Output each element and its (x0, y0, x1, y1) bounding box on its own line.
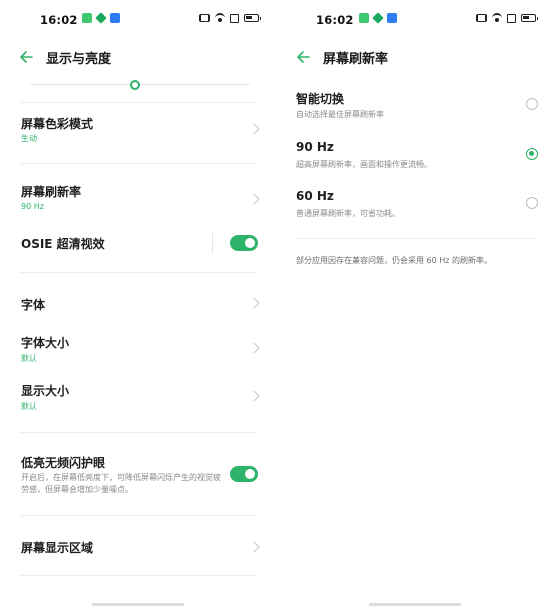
page-title: 屏幕刷新率 (323, 52, 389, 67)
back-arrow-icon[interactable] (293, 46, 315, 68)
row-value: 生动 (21, 134, 37, 143)
option-description: 超高屏幕刷新率，画面和操作更流畅。 (296, 160, 432, 169)
row-font[interactable]: 字体 (0, 288, 277, 316)
app-notification-icon (372, 12, 384, 24)
radio-smart-switch[interactable] (526, 98, 538, 110)
chevron-right-icon (248, 342, 260, 354)
app-notification-icon (110, 13, 120, 23)
sim-icon (507, 13, 516, 23)
option-60hz[interactable]: 60 Hz 普通屏幕刷新率，可省功耗。 (277, 189, 554, 223)
back-arrow-icon[interactable] (16, 46, 38, 68)
row-value: 默认 (21, 354, 37, 363)
wifi-icon (215, 13, 225, 23)
option-title: 智能切换 (296, 92, 345, 106)
battery-icon (244, 14, 261, 22)
compatibility-note: 部分应用因存在兼容问题，仍会采用 60 Hz 的刷新率。 (296, 256, 493, 265)
option-description: 普通屏幕刷新率，可省功耗。 (296, 209, 400, 218)
app-notification-icon (82, 13, 92, 23)
chevron-right-icon (248, 390, 260, 402)
row-title: 低亮无频闪护眼 (21, 456, 106, 470)
status-icons (199, 13, 261, 23)
divider (20, 102, 257, 103)
app-notification-icon (387, 13, 397, 23)
slider-thumb[interactable] (130, 80, 140, 90)
divider (20, 432, 257, 433)
radio-90hz[interactable] (526, 148, 538, 160)
row-title: 屏幕显示区域 (21, 541, 94, 555)
battery-icon (521, 14, 538, 22)
divider (20, 575, 257, 576)
row-title: 字体 (21, 298, 46, 312)
nav-bar: 显示与亮度 (0, 44, 277, 70)
status-icons (476, 13, 538, 23)
chevron-right-icon (248, 541, 260, 553)
page-title: 显示与亮度 (46, 52, 112, 67)
row-display-size[interactable]: 显示大小 默认 (0, 376, 277, 416)
wifi-icon (492, 13, 502, 23)
nav-bar: 屏幕刷新率 (277, 44, 554, 70)
status-time: 16:02 (316, 13, 354, 27)
sim-icon (230, 13, 239, 23)
row-title: 字体大小 (21, 336, 70, 350)
row-value: 90 Hz (21, 202, 44, 211)
separator (212, 233, 213, 253)
row-title: 屏幕刷新率 (21, 185, 82, 199)
slider-track (30, 84, 250, 85)
row-title: 屏幕色彩模式 (21, 117, 94, 131)
divider (20, 272, 257, 273)
divider (296, 238, 535, 239)
status-bar: 16:02 (0, 10, 277, 30)
row-flicker-free: 低亮无频闪护眼 开启后，在屏幕低亮度下，可降低屏幕闪烁产生的视觉疲劳感，但屏幕会… (0, 448, 277, 500)
row-title: OSIE 超清视效 (21, 237, 105, 251)
row-display-area[interactable]: 屏幕显示区域 (0, 532, 277, 560)
option-90hz[interactable]: 90 Hz 超高屏幕刷新率，画面和操作更流畅。 (277, 140, 554, 174)
row-osie: OSIE 超清视效 (0, 230, 277, 256)
status-bar: 16:02 (277, 10, 554, 30)
option-title: 90 Hz (296, 140, 334, 154)
app-notification-icon (359, 13, 369, 23)
chevron-right-icon (248, 297, 260, 309)
option-smart-switch[interactable]: 智能切换 自动选择最佳屏幕刷新率 (277, 90, 554, 124)
chevron-right-icon (248, 123, 260, 135)
radio-60hz[interactable] (526, 197, 538, 209)
divider (20, 163, 257, 164)
osie-toggle[interactable] (230, 235, 258, 251)
flicker-free-toggle[interactable] (230, 466, 258, 482)
option-description: 自动选择最佳屏幕刷新率 (296, 110, 384, 119)
display-brightness-screen: 16:02 显示与亮度 屏幕色彩模式 生动 屏幕刷新率 90 Hz OSIE 超… (0, 0, 277, 612)
vibrate-icon (476, 14, 487, 22)
row-refresh-rate[interactable]: 屏幕刷新率 90 Hz (0, 177, 277, 219)
row-color-mode[interactable]: 屏幕色彩模式 生动 (0, 110, 277, 160)
chevron-right-icon (248, 193, 260, 205)
status-time: 16:02 (40, 13, 78, 27)
row-title: 显示大小 (21, 384, 70, 398)
app-notification-icon (95, 12, 107, 24)
vibrate-icon (199, 14, 210, 22)
home-indicator[interactable] (92, 603, 184, 606)
refresh-rate-screen: 16:02 屏幕刷新率 智能切换 自动选择最佳屏幕刷新率 90 Hz 超高屏幕刷… (277, 0, 554, 612)
home-indicator[interactable] (369, 603, 461, 606)
row-value: 默认 (21, 402, 37, 411)
divider (20, 515, 257, 516)
option-title: 60 Hz (296, 189, 334, 203)
row-description: 开启后，在屏幕低亮度下，可降低屏幕闪烁产生的视觉疲劳感，但屏幕会增加少量噪点。 (21, 473, 221, 494)
brightness-slider[interactable] (20, 80, 250, 90)
row-font-size[interactable]: 字体大小 默认 (0, 328, 277, 368)
